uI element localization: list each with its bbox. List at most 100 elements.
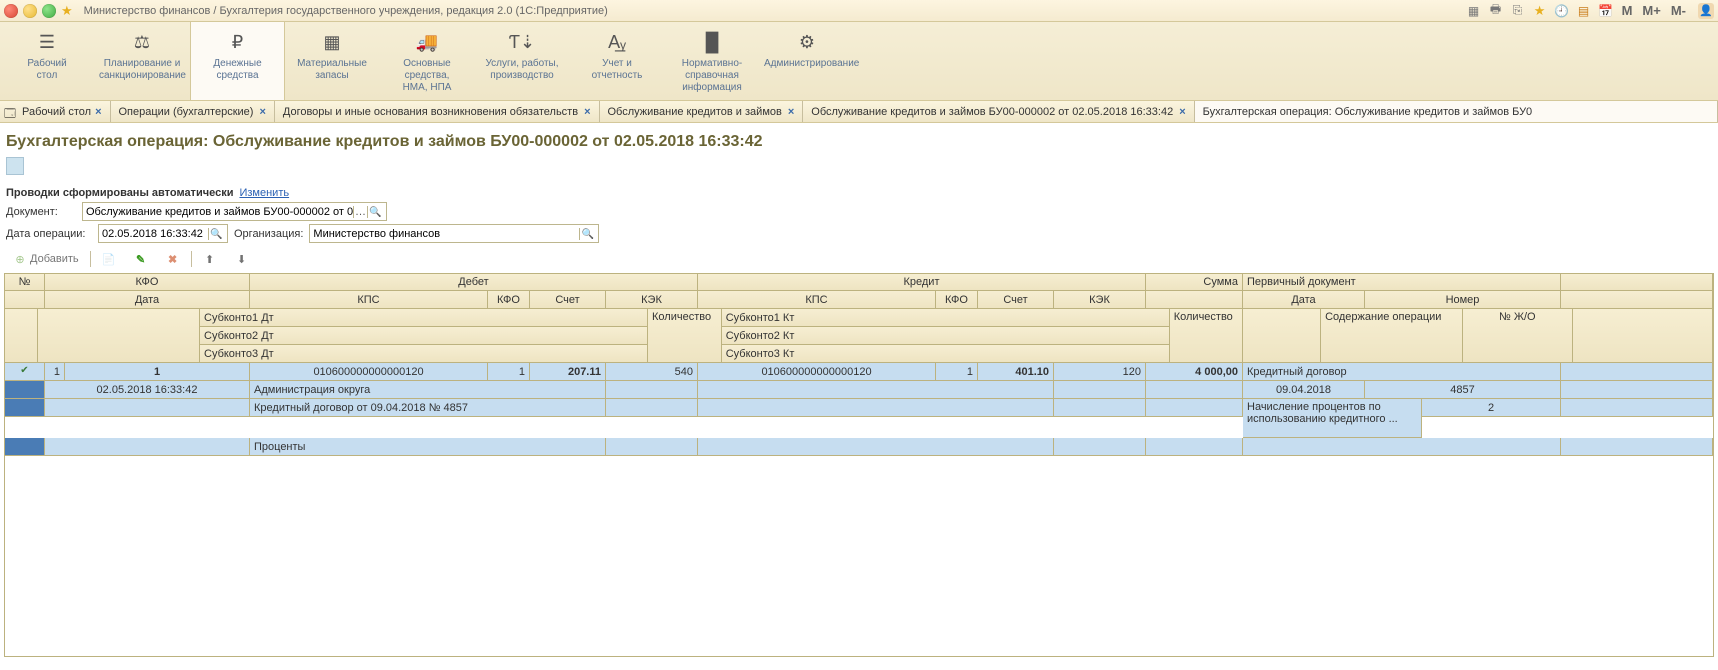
tab-contracts[interactable]: Договоры и иные основания возникновения … [275, 101, 600, 122]
col-kt-schet[interactable]: Счет [978, 291, 1054, 309]
col-zho[interactable]: № Ж/О [1463, 309, 1573, 363]
m-minus-button[interactable]: M- [1669, 3, 1688, 18]
magnifier-icon[interactable] [208, 228, 224, 240]
col-num[interactable]: № [5, 274, 45, 291]
col-kt-kps[interactable]: КПС [698, 291, 936, 309]
col-dt-kfo[interactable]: КФО [488, 291, 530, 309]
col-sum[interactable]: Сумма [1146, 274, 1243, 291]
cell-blank [45, 438, 250, 456]
org-field[interactable]: Министерство финансов [309, 224, 599, 243]
cell-blank [698, 438, 1054, 456]
move-down-button[interactable]: ⬇ [228, 249, 256, 269]
tab-loans[interactable]: Обслуживание кредитов и займов × [600, 101, 804, 122]
col-qty-dt[interactable]: Количество [648, 309, 722, 363]
doc-icon[interactable]: ⎘ [1510, 3, 1526, 19]
edit-button[interactable]: ✎ [127, 249, 155, 269]
section-planning[interactable]: ⚖ Планирование исанкционирование [95, 22, 190, 100]
table-row[interactable]: Проценты [5, 438, 1713, 456]
col-sub2kt[interactable]: Субконто2 Кт [722, 327, 1170, 345]
col-kfo[interactable]: КФО [45, 274, 250, 291]
toolbar-icon[interactable]: ▦ [1466, 3, 1482, 19]
print-icon[interactable]: 🖶 [1488, 3, 1504, 19]
col-dt-kps[interactable]: КПС [250, 291, 488, 309]
preview-button[interactable] [6, 157, 24, 175]
section-label: Планирование исанкционирование [99, 58, 185, 82]
tab-accounting-op[interactable]: Бухгалтерская операция: Обслуживание кре… [1195, 101, 1718, 122]
col-sub2dt[interactable]: Субконто2 Дт [200, 327, 648, 345]
calendar-icon[interactable]: 📅 [1598, 3, 1614, 19]
window-max-icon[interactable] [42, 4, 56, 18]
user-icon[interactable]: 👤 [1698, 3, 1714, 19]
magnifier-icon[interactable] [367, 206, 383, 218]
copy-button[interactable]: 📄 [95, 249, 123, 269]
star-icon[interactable] [1532, 3, 1548, 19]
close-icon[interactable]: × [788, 106, 794, 118]
col-kredit[interactable]: Кредит [698, 274, 1146, 291]
section-label: Нормативно-справочнаяинформация [669, 58, 755, 94]
col-sub3kt[interactable]: Субконто3 Кт [722, 345, 1170, 363]
section-services[interactable]: Ƭ⇣ Услуги, работы,производство [475, 22, 570, 100]
document-label: Документ: [6, 206, 76, 218]
col-kt-kek[interactable]: КЭК [1054, 291, 1146, 309]
col-sub1dt[interactable]: Субконто1 Дт [200, 309, 648, 327]
window-close-icon[interactable] [4, 4, 18, 18]
col-soder[interactable]: Содержание операции [1321, 309, 1463, 363]
col-qty-kt[interactable]: Количество [1170, 309, 1244, 363]
col-extra[interactable] [1561, 274, 1713, 291]
calc-icon[interactable]: ▤ [1576, 3, 1592, 19]
add-button[interactable]: ⊕ Добавить [6, 249, 86, 269]
m-plus-button[interactable]: M+ [1640, 3, 1662, 18]
table-row[interactable]: Кредитный договор от 09.04.2018 № 4857 Н… [5, 399, 1713, 438]
col-date[interactable]: Дата [45, 291, 250, 309]
document-field[interactable]: Обслуживание кредитов и займов БУ00-0000… [82, 202, 387, 221]
delete-button[interactable]: ✖ [159, 249, 187, 269]
grid-empty-area [5, 456, 1713, 656]
section-label: Учет иотчетность [574, 58, 660, 82]
section-desktop[interactable]: ☰ Рабочийстол [0, 22, 95, 100]
col-dt-schet[interactable]: Счет [530, 291, 606, 309]
close-icon[interactable]: × [1179, 106, 1185, 118]
col-kt-kfo[interactable]: КФО [936, 291, 978, 309]
tab-desktop[interactable]: 🗔 Рабочий стол × [0, 101, 111, 122]
col-pd-nomer[interactable]: Номер [1365, 291, 1561, 309]
cell-blank [1561, 381, 1713, 399]
magnifier-icon[interactable] [579, 228, 595, 240]
cell-blank [1243, 438, 1561, 456]
section-assets[interactable]: 🚚 Основные средства,НМА, НПА [380, 22, 475, 100]
close-icon[interactable]: × [584, 106, 590, 118]
close-icon[interactable]: × [259, 106, 265, 118]
auto-generated-label: Проводки сформированы автоматически [6, 187, 233, 199]
cell-dt-schet: 207.11 [530, 363, 606, 381]
move-up-button[interactable]: ⬆ [196, 249, 224, 269]
tab-label: Операции (бухгалтерские) [119, 106, 254, 118]
col-debet[interactable]: Дебет [250, 274, 698, 291]
m-button[interactable]: M [1620, 3, 1635, 18]
change-link[interactable]: Изменить [239, 187, 289, 199]
section-money[interactable]: ₽ Денежныесредства [190, 22, 285, 100]
history-icon[interactable]: 🕘 [1554, 3, 1570, 19]
tab-operations[interactable]: Операции (бухгалтерские) × [111, 101, 275, 122]
col-pd-date[interactable]: Дата [1243, 291, 1365, 309]
cell-sub3dt: Проценты [250, 438, 606, 456]
page-title: Бухгалтерская операция: Обслуживание кре… [4, 131, 1714, 157]
favorite-star-icon[interactable] [61, 4, 73, 18]
ellipsis-icon[interactable]: … [353, 206, 367, 218]
section-refs[interactable]: ▐▌ Нормативно-справочнаяинформация [665, 22, 760, 100]
button-label: Добавить [30, 253, 79, 265]
col-dt-kek[interactable]: КЭК [606, 291, 698, 309]
col-sub3dt[interactable]: Субконто3 Дт [200, 345, 648, 363]
section-reporting[interactable]: А̲ᵧ Учет иотчетность [570, 22, 665, 100]
cell-num: 1 [45, 363, 65, 381]
cell-blank [1146, 399, 1243, 417]
table-row[interactable]: 02.05.2018 16:33:42 Администрация округа… [5, 381, 1713, 399]
cell-kt-schet: 401.10 [978, 363, 1054, 381]
col-primary[interactable]: Первичный документ [1243, 274, 1561, 291]
close-icon[interactable]: × [95, 106, 101, 118]
section-admin[interactable]: ⚙ Администрирование [760, 22, 855, 100]
table-row[interactable]: 1 1 010600000000000120 1 207.11 540 0106… [5, 363, 1713, 381]
col-sub1kt[interactable]: Субконто1 Кт [722, 309, 1170, 327]
window-min-icon[interactable] [23, 4, 37, 18]
section-stocks[interactable]: ▦ Материальныезапасы [285, 22, 380, 100]
tab-loan-doc[interactable]: Обслуживание кредитов и займов БУ00-0000… [803, 101, 1194, 122]
date-op-field[interactable]: 02.05.2018 16:33:42 [98, 224, 228, 243]
